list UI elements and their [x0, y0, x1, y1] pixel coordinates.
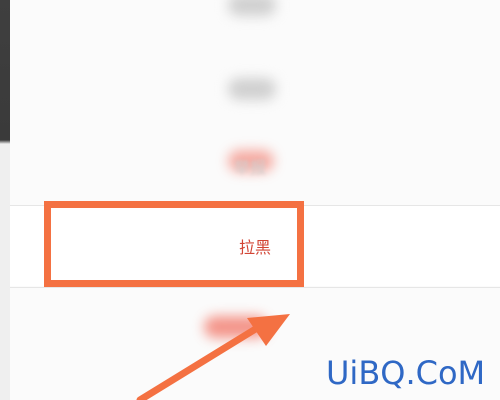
watermark: UiBQ.CoM	[326, 354, 486, 392]
pointer-arrow-icon	[136, 314, 290, 400]
